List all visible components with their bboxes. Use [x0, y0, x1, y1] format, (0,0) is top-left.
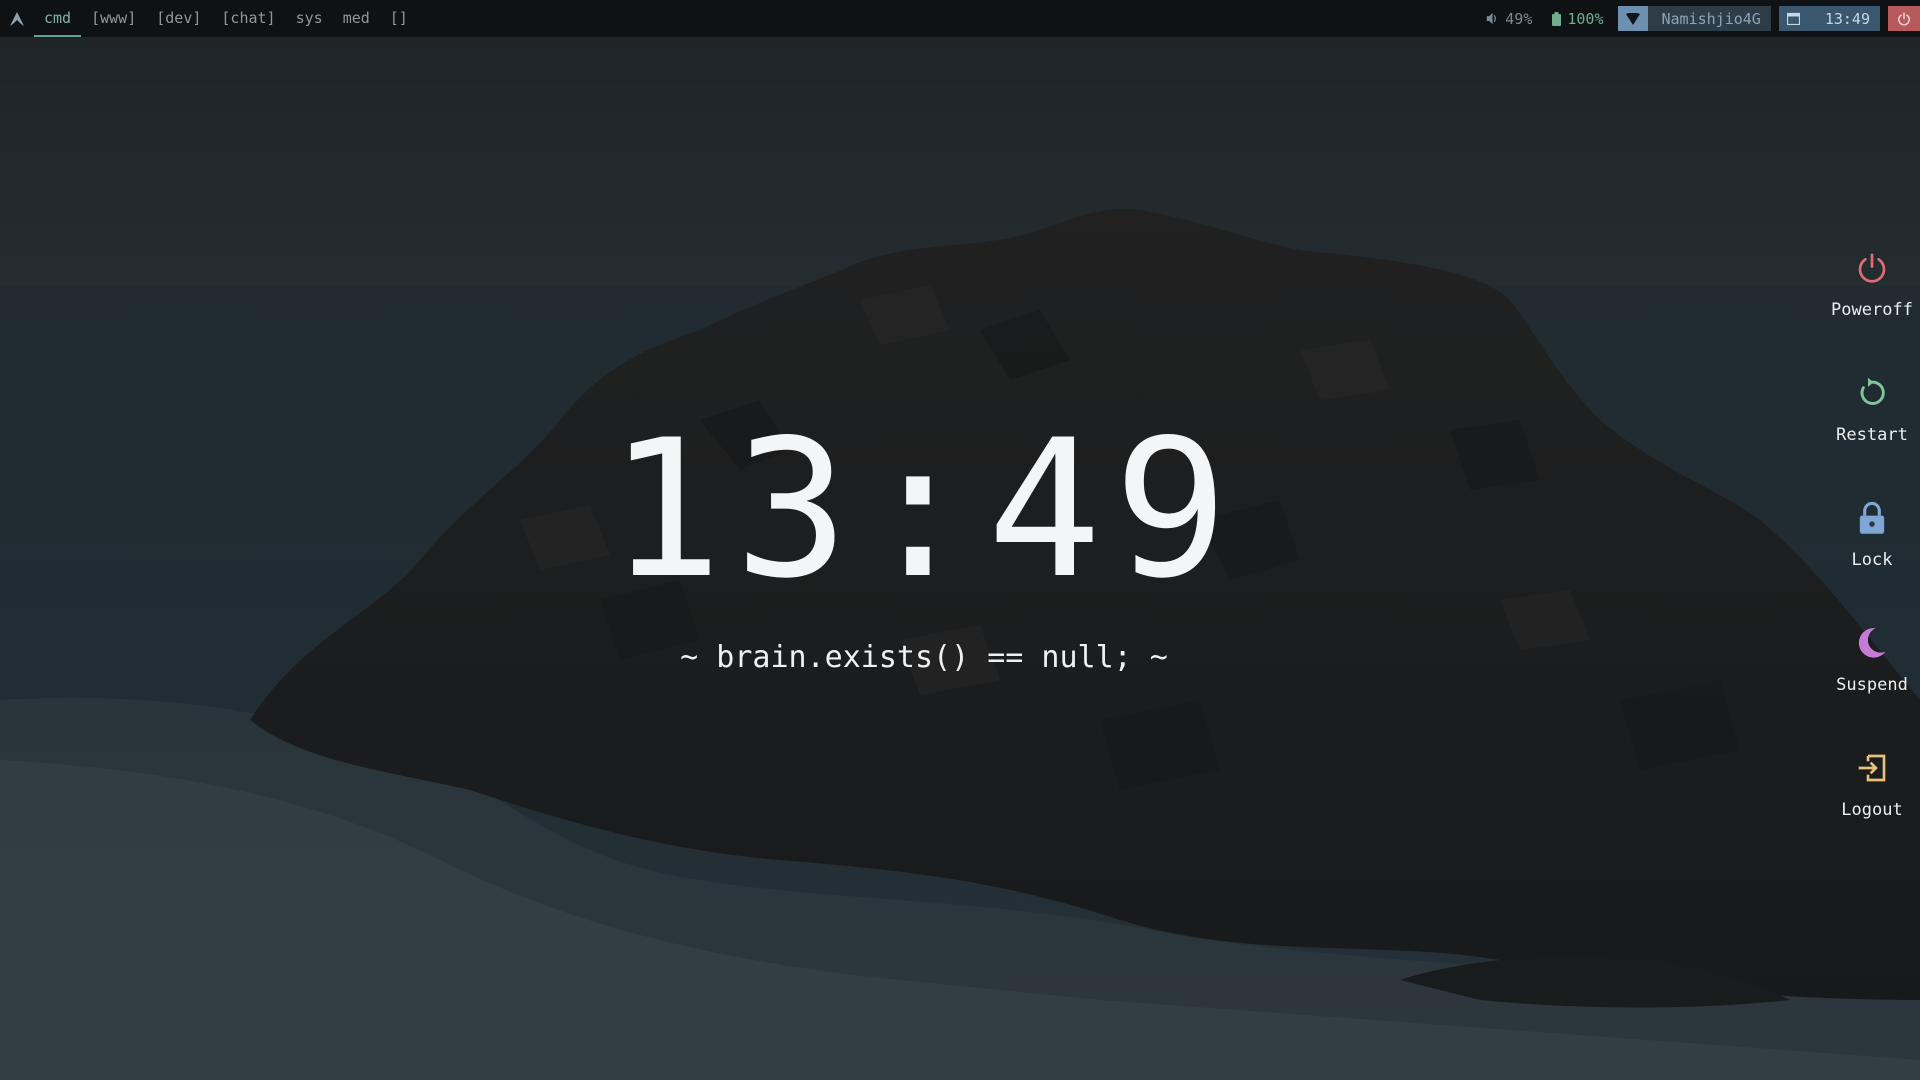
arch-logo-icon — [10, 11, 24, 26]
battery-value: 100% — [1567, 9, 1604, 28]
workspace-tab-med[interactable]: med — [333, 0, 380, 37]
restart-button[interactable]: Restart — [1824, 373, 1920, 498]
network-indicator[interactable]: Namishjio4G — [1617, 6, 1771, 31]
battery-icon — [1552, 11, 1562, 26]
poweroff-label: Poweroff — [1831, 300, 1913, 320]
wifi-icon — [1617, 6, 1648, 31]
battery-indicator[interactable]: 100% — [1542, 0, 1613, 37]
logout-label: Logout — [1841, 800, 1903, 820]
suspend-label: Suspend — [1836, 675, 1908, 695]
bar-spacer — [418, 0, 1476, 37]
lock-icon — [1857, 498, 1887, 538]
poweroff-button[interactable]: Poweroff — [1824, 248, 1920, 373]
restart-icon — [1856, 373, 1888, 413]
logout-icon — [1856, 748, 1888, 788]
calendar-icon — [1779, 6, 1809, 31]
suspend-button[interactable]: Suspend — [1824, 623, 1920, 748]
logout-button[interactable]: Logout — [1824, 748, 1920, 873]
workspace-tab-chat[interactable]: [chat] — [211, 0, 285, 37]
power-menu: Poweroff Restart Lock Suspend Logout — [1824, 248, 1920, 873]
lock-button[interactable]: Lock — [1824, 498, 1920, 623]
workspace-tab-empty[interactable]: [] — [380, 0, 418, 37]
moon-icon — [1857, 623, 1887, 663]
restart-label: Restart — [1836, 425, 1908, 445]
volume-indicator[interactable]: 49% — [1476, 0, 1542, 37]
lockscreen-clock: 13:49 — [608, 399, 1240, 620]
workspace-tab-dev[interactable]: [dev] — [146, 0, 211, 37]
lock-label: Lock — [1851, 550, 1893, 570]
workspace-list: cmd [www] [dev] [chat] sys med [] — [34, 0, 418, 37]
power-icon — [1856, 248, 1888, 288]
workspace-tab-cmd[interactable]: cmd — [34, 0, 82, 37]
bar-clock-time: 13:49 — [1824, 9, 1870, 28]
workspace-tab-sys[interactable]: sys — [286, 0, 333, 37]
top-bar: cmd [www] [dev] [chat] sys med [] 49% 10… — [0, 0, 1920, 37]
workspace-tab-www[interactable]: [www] — [81, 0, 146, 37]
power-icon — [1898, 11, 1910, 26]
bar-clock[interactable]: 13:49 — [1778, 6, 1880, 31]
volume-value: 49% — [1505, 9, 1533, 28]
bar-power-button[interactable] — [1888, 6, 1920, 31]
network-ssid: Namishjio4G — [1661, 9, 1761, 28]
lockscreen-tagline: ~ brain.exists() == null; ~ — [680, 640, 1168, 675]
speaker-icon — [1487, 12, 1497, 25]
app-launcher[interactable] — [0, 0, 34, 37]
